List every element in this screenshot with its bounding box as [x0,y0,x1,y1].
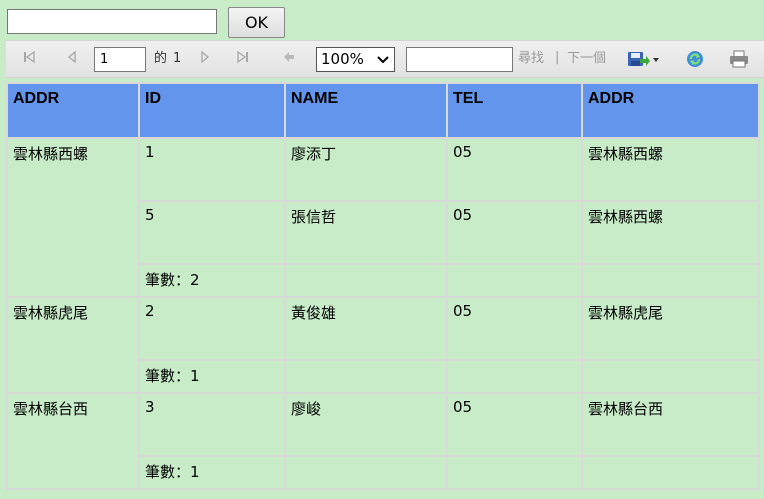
page-number-input[interactable] [94,47,146,72]
table-row: 雲林縣台西 3 廖峻 05 雲林縣台西 [6,392,760,490]
find-link[interactable]: 尋找 [518,50,544,68]
ok-button[interactable]: OK [228,7,285,38]
table-row: 雲林縣西螺 1 廖添丁 05 雲林縣西螺 [6,137,760,298]
parameter-bar: OK [0,0,764,40]
column-header-addr: ADDR [6,82,140,139]
of-label: 的 [154,51,168,66]
report-toolbar: 的 1 100% 尋找 | 下一個 [6,40,764,78]
empty-cell [446,263,583,298]
id-cell: 5 [138,200,286,265]
column-header-name: NAME [284,82,448,139]
addr-cell: 雲林縣西螺 [581,137,760,202]
column-header-tel: TEL [446,82,583,139]
group-count: 筆數：1 [138,455,286,490]
tel-cell: 05 [446,137,583,202]
id-cell: 2 [138,296,286,361]
find-next-link[interactable]: 下一個 [567,50,606,68]
refresh-icon[interactable] [686,50,704,68]
zoom-value: 100% [321,50,364,68]
column-header-addr-2: ADDR [581,82,760,139]
empty-cell [581,455,760,490]
last-page-icon[interactable] [234,50,252,68]
empty-cell [581,359,760,394]
name-cell: 廖添丁 [284,137,448,202]
empty-cell [284,359,448,394]
group-addr-cell: 雲林縣台西 [6,392,140,490]
addr-cell: 雲林縣虎尾 [581,296,760,361]
id-cell: 1 [138,137,286,202]
tel-cell: 05 [446,200,583,265]
chevron-down-icon [376,48,390,79]
name-cell: 廖峻 [284,392,448,457]
previous-page-icon[interactable] [63,50,81,68]
zoom-select[interactable]: 100% [316,47,395,72]
find-input[interactable] [406,47,513,72]
table-row: 雲林縣虎尾 2 黃俊雄 05 雲林縣虎尾 [6,296,760,394]
id-cell: 3 [138,392,286,457]
group-addr-cell: 雲林縣西螺 [6,137,140,298]
save-export-icon[interactable] [626,50,660,68]
toolbar-separator: | [555,50,560,65]
tel-cell: 05 [446,296,583,361]
table-header-row: ADDR ID NAME TEL ADDR [6,82,760,139]
print-icon[interactable] [728,50,750,68]
group-count: 筆數：2 [138,263,286,298]
addr-cell: 雲林縣西螺 [581,200,760,265]
group-count: 筆數：1 [138,359,286,394]
addr-cell: 雲林縣台西 [581,392,760,457]
tel-cell: 05 [446,392,583,457]
name-cell: 張信哲 [284,200,448,265]
empty-cell [581,263,760,298]
column-header-id: ID [138,82,286,139]
back-icon[interactable] [280,50,298,68]
group-addr-cell: 雲林縣虎尾 [6,296,140,394]
empty-cell [446,359,583,394]
empty-cell [446,455,583,490]
name-cell: 黃俊雄 [284,296,448,361]
total-pages: 1 [173,51,182,66]
first-page-icon[interactable] [20,50,38,68]
empty-cell [284,455,448,490]
report-table: ADDR ID NAME TEL ADDR 雲林縣西螺 1 廖添丁 05 雲林縣… [6,82,760,490]
parameter-input[interactable] [7,9,217,34]
empty-cell [284,263,448,298]
next-page-icon[interactable] [196,50,214,68]
